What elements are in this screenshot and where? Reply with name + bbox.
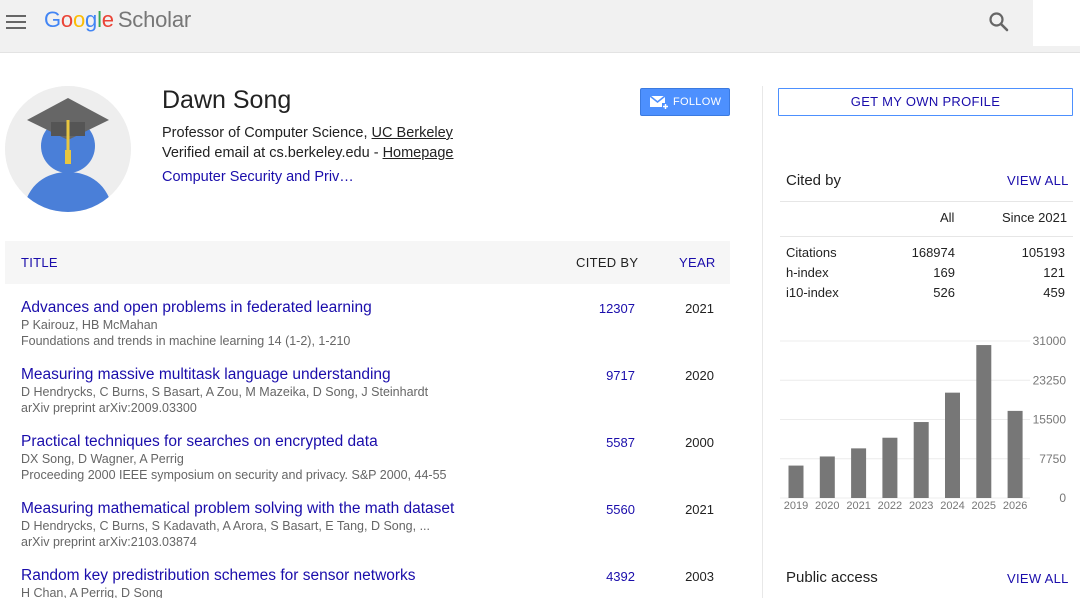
table-row: Advances and open problems in federated … xyxy=(5,299,730,366)
table-row: Measuring mathematical problem solving w… xyxy=(5,500,730,567)
publication-year: 2000 xyxy=(685,435,714,450)
profile-avatar xyxy=(5,86,131,212)
chart-y-tick-label: 15500 xyxy=(1033,413,1067,427)
table-row: Measuring massive multitask language und… xyxy=(5,366,730,433)
chart-bar[interactable] xyxy=(819,456,835,498)
table-row: Random key predistribution schemes for s… xyxy=(5,567,730,598)
chart-x-tick-label: 2019 xyxy=(784,500,808,512)
profile-affiliation: Professor of Computer Science, UC Berkel… xyxy=(162,125,453,141)
sort-by-title[interactable]: TITLE xyxy=(21,255,58,270)
account-area[interactable] xyxy=(1033,0,1080,46)
chart-x-tick-label: 2022 xyxy=(878,500,902,512)
affiliation-text: Professor of Computer Science, xyxy=(162,125,372,141)
cited-by-view-all-link[interactable]: VIEW ALL xyxy=(1007,173,1069,188)
chart-x-tick-label: 2023 xyxy=(909,500,933,512)
stats-col-since: Since 2021 xyxy=(1002,210,1068,225)
publication-venue: arXiv preprint arXiv:2009.03300 xyxy=(21,401,197,415)
table-row: Practical techniques for searches on enc… xyxy=(5,433,730,500)
follow-button[interactable]: FOLLOW xyxy=(640,88,730,116)
logo-letter: G xyxy=(44,7,61,32)
follow-label: FOLLOW xyxy=(673,96,722,108)
cited-by-count-link[interactable]: 5587 xyxy=(606,435,635,450)
citations-per-year-chart: 0 7750 15500 23250 31000 2019 2020 2021 2022 2023… xyxy=(780,334,1067,512)
chart-bar[interactable] xyxy=(788,465,804,498)
stat-label-i10-index[interactable]: i10-index xyxy=(786,285,839,300)
stat-i10-index-all: 526 xyxy=(933,285,955,300)
cited-by-heading: Cited by xyxy=(786,172,842,189)
verified-text: Verified email at cs.berkeley.edu - xyxy=(162,145,383,161)
chart-y-tick-label: 0 xyxy=(1059,491,1066,505)
profile-name: Dawn Song xyxy=(162,86,292,114)
chart-y-tick-label: 7750 xyxy=(1039,452,1066,466)
divider xyxy=(780,201,1073,202)
publication-title-link[interactable]: Practical techniques for searches on enc… xyxy=(21,433,378,451)
research-interest-link[interactable]: Computer Security and Priv… xyxy=(162,169,354,185)
stat-citations-all: 168974 xyxy=(911,245,955,260)
stat-citations-since: 105193 xyxy=(1021,245,1065,260)
chart-x-tick-label: 2024 xyxy=(940,500,964,512)
google-scholar-logo[interactable]: Google Scholar xyxy=(44,7,191,33)
publication-year: 2003 xyxy=(685,569,714,584)
chart-x-tick-label: 2025 xyxy=(972,500,996,512)
publication-year: 2021 xyxy=(685,502,714,517)
chart-x-tick-label: 2020 xyxy=(815,500,839,512)
stat-i10-index-since: 459 xyxy=(1043,285,1065,300)
sort-by-year[interactable]: YEAR xyxy=(679,255,716,270)
chart-x-tick-label: 2021 xyxy=(846,500,870,512)
chart-y-tick-label: 31000 xyxy=(1033,334,1067,348)
chart-x-tick-label: 2026 xyxy=(1003,500,1027,512)
stat-label-h-index[interactable]: h-index xyxy=(786,265,829,280)
logo-letter: e xyxy=(101,7,114,32)
logo-letter: o xyxy=(72,7,86,32)
publication-authors: H Chan, A Perrig, D Song xyxy=(21,586,163,598)
column-divider xyxy=(762,86,763,598)
divider xyxy=(780,236,1073,237)
publication-authors: D Hendrycks, C Burns, S Kadavath, A Aror… xyxy=(21,519,430,533)
publication-year: 2020 xyxy=(685,368,714,383)
logo-letter: o xyxy=(60,7,73,32)
stat-h-index-since: 121 xyxy=(1043,265,1065,280)
public-access-view-all-link[interactable]: VIEW ALL xyxy=(1007,571,1069,586)
chart-bar[interactable] xyxy=(945,392,960,498)
cited-by-count-link[interactable]: 9717 xyxy=(606,368,635,383)
publication-year: 2021 xyxy=(685,301,714,316)
stat-h-index-all: 169 xyxy=(933,265,955,280)
public-access-heading: Public access xyxy=(786,569,878,586)
publication-venue: Foundations and trends in machine learni… xyxy=(21,334,351,348)
stat-label-citations[interactable]: Citations xyxy=(786,245,837,260)
chart-bar[interactable] xyxy=(851,448,867,498)
logo-letter: g xyxy=(85,7,98,32)
chart-bar[interactable] xyxy=(882,437,898,498)
publication-title-link[interactable]: Measuring mathematical problem solving w… xyxy=(21,500,454,518)
publication-authors: D Hendrycks, C Burns, S Basart, A Zou, M… xyxy=(21,385,429,399)
cited-by-count-link[interactable]: 4392 xyxy=(606,569,635,584)
publication-authors: P Kairouz, HB McMahan xyxy=(21,318,158,332)
publication-venue: arXiv preprint arXiv:2103.03874 xyxy=(21,535,197,549)
publication-title-link[interactable]: Random key predistribution schemes for s… xyxy=(21,567,416,585)
publication-venue: Proceeding 2000 IEEE symposium on securi… xyxy=(21,468,447,482)
publication-authors: DX Song, D Wagner, A Perrig xyxy=(21,452,184,466)
stats-col-all: All xyxy=(940,210,955,225)
chart-bar[interactable] xyxy=(913,422,929,498)
logo-suffix: Scholar xyxy=(117,7,192,32)
affiliation-link[interactable]: UC Berkeley xyxy=(372,125,453,141)
publication-title-link[interactable]: Measuring massive multitask language und… xyxy=(21,366,391,384)
top-app-bar: Google Scholar xyxy=(0,0,1080,53)
mail-plus-icon xyxy=(649,95,669,110)
get-my-own-profile-button[interactable]: GET MY OWN PROFILE xyxy=(778,88,1073,116)
profile-verified-email: Verified email at cs.berkeley.edu - Home… xyxy=(162,145,454,161)
cited-by-count-link[interactable]: 12307 xyxy=(599,301,635,316)
chart-bar[interactable] xyxy=(976,345,992,498)
chart-bar[interactable] xyxy=(1007,410,1023,498)
homepage-link[interactable]: Homepage xyxy=(383,145,454,161)
sort-by-cited[interactable]: CITED BY xyxy=(576,255,638,270)
search-icon[interactable] xyxy=(988,11,1010,33)
publications-table-header: TITLE CITED BY YEAR xyxy=(5,241,730,284)
menu-icon[interactable] xyxy=(6,12,28,30)
cited-by-count-link[interactable]: 5560 xyxy=(606,502,635,517)
chart-y-tick-label: 23250 xyxy=(1033,373,1067,387)
publication-title-link[interactable]: Advances and open problems in federated … xyxy=(21,299,372,317)
